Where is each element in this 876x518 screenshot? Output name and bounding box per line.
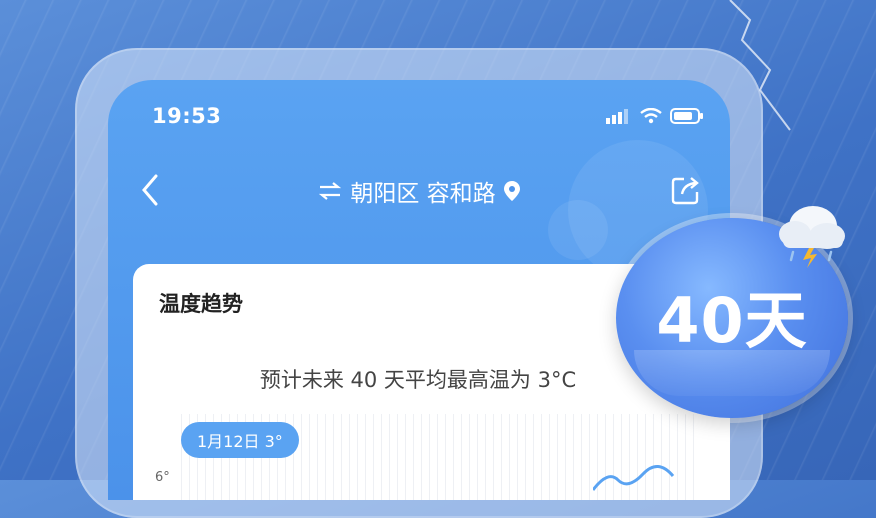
signal-icon xyxy=(606,109,628,124)
share-icon[interactable] xyxy=(670,174,702,206)
storm-cloud-icon xyxy=(779,206,845,268)
location-label: 朝阳区 容和路 xyxy=(350,181,496,207)
y-axis-tick: 6° xyxy=(155,470,170,485)
badge-text: 40天 xyxy=(656,284,808,357)
date-tooltip[interactable]: 1月12日 3° xyxy=(181,422,299,458)
swap-icon xyxy=(319,182,342,200)
status-icons xyxy=(606,108,704,124)
location-title[interactable]: 朝阳区 容和路 xyxy=(108,174,730,208)
battery-icon xyxy=(670,108,703,124)
card-subtitle: 预计未来 40 天平均最高温为 3°C xyxy=(259,368,577,392)
trend-line xyxy=(593,465,675,491)
badge-wave xyxy=(634,350,830,396)
status-time: 19:53 xyxy=(152,104,222,128)
card-title: 温度趋势 xyxy=(159,292,243,316)
location-pin-icon xyxy=(503,181,520,201)
wifi-icon xyxy=(640,108,662,124)
decorative-circle xyxy=(548,200,608,260)
